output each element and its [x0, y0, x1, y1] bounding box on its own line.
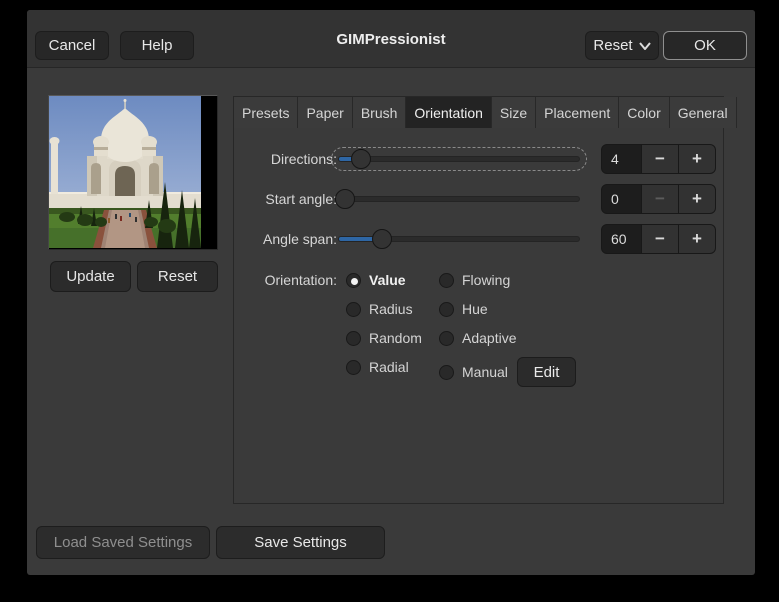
- radio-value-indicator[interactable]: [346, 272, 361, 288]
- radio-manual-indicator[interactable]: [439, 364, 454, 380]
- angle-span-slider[interactable]: [337, 229, 581, 249]
- taj-mahal-preview-image: [49, 96, 201, 248]
- save-settings-label: Save Settings: [254, 534, 347, 551]
- radio-random[interactable]: Random: [346, 330, 422, 346]
- directions-value-input[interactable]: 4: [601, 144, 642, 174]
- radio-random-label: Random: [369, 330, 422, 346]
- radio-radial-indicator[interactable]: [346, 359, 361, 375]
- directions-label: Directions:: [270, 151, 337, 167]
- angle-span-value-input[interactable]: 60: [601, 224, 642, 254]
- tab-general-label: General: [677, 104, 728, 121]
- radio-radial[interactable]: Radial: [346, 359, 409, 375]
- screen: GIMPressionist Cancel Help Reset OK Upda…: [0, 0, 779, 602]
- radio-radius-indicator[interactable]: [346, 301, 361, 317]
- minus-icon: −: [655, 189, 665, 208]
- update-preview-button[interactable]: Update: [50, 261, 131, 292]
- tab-presets-label: Presets: [242, 104, 290, 121]
- angle-span-plus-button[interactable]: +: [679, 224, 716, 254]
- gimpressionist-dialog: GIMPressionist Cancel Help Reset OK Upda…: [27, 10, 755, 575]
- radio-radius-label: Radius: [369, 301, 413, 317]
- radio-radius[interactable]: Radius: [346, 301, 413, 317]
- cancel-button[interactable]: Cancel: [35, 31, 109, 60]
- radio-hue[interactable]: Hue: [439, 301, 488, 317]
- chevron-down-icon: [638, 41, 651, 50]
- radio-value[interactable]: Value: [346, 272, 406, 288]
- directions-spinbutton: 4 − +: [601, 144, 716, 174]
- edit-button-label: Edit: [533, 363, 560, 381]
- radio-hue-label: Hue: [462, 301, 488, 317]
- tab-paper-label: Paper: [306, 104, 344, 121]
- radio-flowing-label: Flowing: [462, 272, 511, 288]
- tab-paper[interactable]: Paper: [298, 97, 353, 128]
- tab-color-label: Color: [627, 104, 661, 121]
- start-angle-slider-track[interactable]: [339, 197, 579, 201]
- tab-size[interactable]: Size: [491, 97, 537, 128]
- update-button-label: Update: [66, 268, 115, 285]
- reset-dropdown-button[interactable]: Reset: [585, 31, 659, 60]
- ok-button-label: OK: [694, 37, 716, 54]
- start-angle-value-input[interactable]: 0: [601, 184, 642, 214]
- radio-radial-label: Radial: [369, 359, 409, 375]
- tab-presets[interactable]: Presets: [234, 97, 299, 128]
- minus-icon: −: [655, 229, 665, 248]
- tab-general[interactable]: General: [669, 97, 737, 128]
- radio-adaptive-label: Adaptive: [462, 330, 517, 346]
- reset-preview-button-label: Reset: [157, 268, 198, 285]
- tab-placement[interactable]: Placement: [536, 97, 620, 128]
- plus-icon: +: [692, 189, 702, 208]
- tab-orientation[interactable]: Orientation: [406, 97, 492, 128]
- start-angle-slider[interactable]: [335, 189, 581, 209]
- minus-icon: −: [655, 149, 665, 168]
- cancel-button-label: Cancel: [48, 37, 96, 54]
- directions-plus-button[interactable]: +: [679, 144, 716, 174]
- ok-button[interactable]: OK: [663, 31, 747, 60]
- angle-span-slider-knob[interactable]: [372, 229, 392, 249]
- tab-placement-label: Placement: [544, 104, 611, 121]
- tab-size-label: Size: [499, 104, 528, 121]
- radio-flowing[interactable]: Flowing: [439, 272, 510, 288]
- tab-orientation-label: Orientation: [414, 104, 483, 121]
- help-button-label: Help: [141, 37, 173, 54]
- load-saved-settings-label: Load Saved Settings: [53, 534, 193, 551]
- tab-bar: Presets Paper Brush Orientation Size Pla…: [234, 97, 737, 128]
- tab-brush[interactable]: Brush: [352, 97, 407, 128]
- radio-manual[interactable]: Manual: [439, 364, 508, 380]
- radio-adaptive-indicator[interactable]: [439, 330, 454, 346]
- start-angle-spinbutton: 0 − +: [601, 184, 716, 214]
- preview-frame: [48, 95, 218, 250]
- load-saved-settings-button: Load Saved Settings: [36, 526, 210, 559]
- radio-adaptive[interactable]: Adaptive: [439, 330, 516, 346]
- dialog-titlebar: GIMPressionist Cancel Help Reset OK: [27, 10, 755, 68]
- settings-notebook: Presets Paper Brush Orientation Size Pla…: [233, 96, 737, 504]
- reset-dropdown-label: Reset: [593, 37, 633, 54]
- tab-brush-label: Brush: [360, 104, 398, 121]
- save-settings-button[interactable]: Save Settings: [216, 526, 385, 559]
- directions-slider[interactable]: [331, 147, 587, 171]
- radio-hue-indicator[interactable]: [439, 301, 454, 317]
- start-angle-plus-button[interactable]: +: [679, 184, 716, 214]
- angle-span-minus-button[interactable]: −: [642, 224, 679, 254]
- plus-icon: +: [692, 149, 702, 168]
- edit-manual-orientation-button[interactable]: Edit: [517, 357, 576, 387]
- directions-minus-button[interactable]: −: [642, 144, 679, 174]
- directions-slider-track[interactable]: [339, 157, 579, 161]
- radio-value-label: Value: [369, 272, 406, 288]
- tab-color[interactable]: Color: [619, 97, 670, 128]
- angle-span-spinbutton: 60 − +: [601, 224, 716, 254]
- reset-preview-button[interactable]: Reset: [137, 261, 218, 292]
- radio-manual-label: Manual: [462, 364, 508, 380]
- radio-flowing-indicator[interactable]: [439, 272, 454, 288]
- start-angle-label: Start angle:: [265, 191, 337, 207]
- angle-span-label: Angle span:: [263, 231, 337, 247]
- start-angle-minus-button: −: [642, 184, 679, 214]
- start-angle-slider-knob[interactable]: [335, 189, 355, 209]
- help-button[interactable]: Help: [120, 31, 194, 60]
- orientation-tab-panel: Directions: 4 − + Start angle: 0 − + Ang…: [234, 128, 723, 503]
- plus-icon: +: [692, 229, 702, 248]
- directions-slider-knob[interactable]: [351, 149, 371, 169]
- orientation-label: Orientation:: [264, 272, 337, 288]
- radio-random-indicator[interactable]: [346, 330, 361, 346]
